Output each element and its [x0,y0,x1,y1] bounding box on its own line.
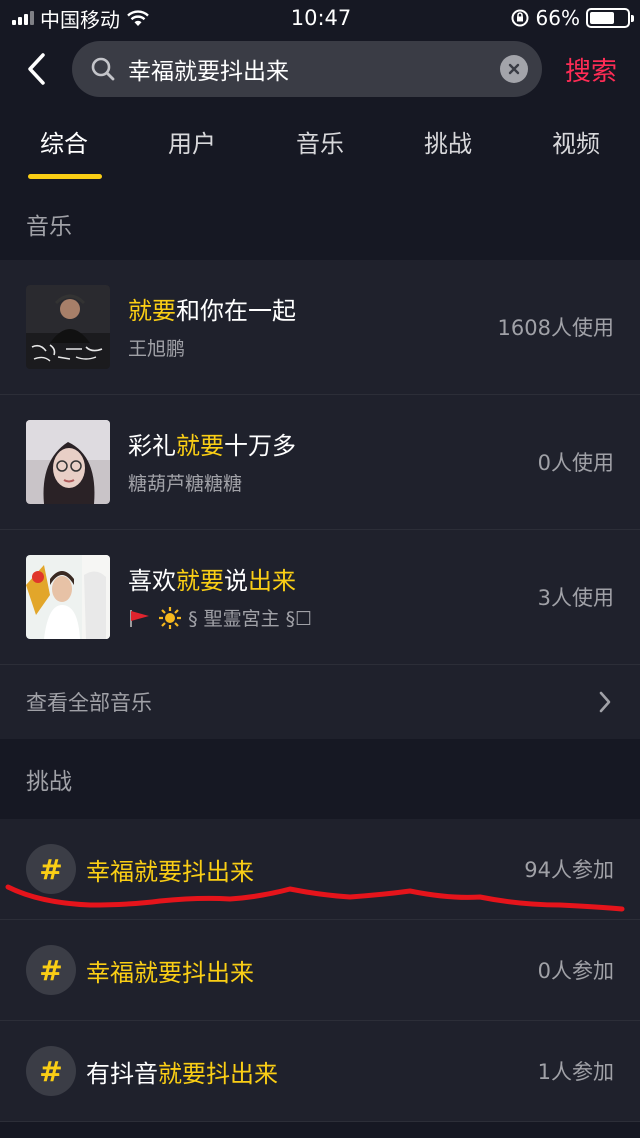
battery-percent: 66% [535,6,580,30]
carrier-label: 中国移动 [40,7,120,32]
music-title: 彩礼就要十万多 [128,431,296,460]
wifi-icon [127,10,149,26]
tab-music[interactable]: 音乐 [280,110,360,186]
music-title: 就要和你在一起 [128,296,296,325]
search-input[interactable]: 幸福就要抖出来 [72,41,542,97]
music-item[interactable]: 喜欢就要说出来 § 聖霊宮主 §☐ 3人使用 [0,530,640,665]
clear-icon [508,63,520,75]
clear-button[interactable] [500,55,528,83]
music-artist: § 聖霊宮主 §☐ [128,604,538,631]
challenge-participant-count: 94人参加 [524,858,614,882]
music-cover-image [26,420,110,504]
back-chevron-icon [28,53,45,85]
music-item[interactable]: 彩礼就要十万多 糖葫芦糖糖糖 0人使用 [0,395,640,530]
tab-all[interactable]: 综合 [24,110,104,186]
tab-challenges[interactable]: 挑战 [408,110,488,186]
challenge-item[interactable]: # 幸福就要抖出来 0人参加 [0,920,640,1021]
search-query[interactable]: 幸福就要抖出来 [128,52,488,86]
sun-icon [159,606,182,629]
music-item[interactable]: 就要和你在一起 王旭鹏 1608人使用 [0,260,640,395]
challenge-title: 有抖音就要抖出来 [86,1059,278,1088]
challenge-section-title: 挑战 [0,741,640,817]
challenge-item[interactable]: # 幸福就要抖出来 94人参加 [0,819,640,920]
status-bar: 中国移动 10:47 66% [0,0,640,36]
music-title: 喜欢就要说出来 [128,566,296,595]
music-cover-image [26,555,110,639]
view-all-music-button[interactable]: 查看全部音乐 [0,665,640,739]
music-usage-count: 3人使用 [537,586,614,610]
music-artist: 糖葫芦糖糖糖 [128,472,243,495]
search-button[interactable]: 搜索 [542,51,640,88]
music-section-title: 音乐 [0,186,640,262]
battery-icon [586,8,634,28]
challenge-participant-count: 1人参加 [537,1060,614,1084]
challenge-participant-count: 0人参加 [537,959,614,983]
music-usage-count: 1608人使用 [497,316,614,340]
challenge-title: 幸福就要抖出来 [86,857,254,886]
tab-bar: 综合 用户 音乐 挑战 视频 [0,110,640,186]
hashtag-icon: # [26,844,76,894]
music-cover-image [26,285,110,369]
music-list: 就要和你在一起 王旭鹏 1608人使用 彩礼就要十万多 糖葫芦糖糖糖 0人使用 [0,260,640,665]
back-button[interactable] [0,40,72,98]
music-usage-count: 0人使用 [537,451,614,475]
tab-users[interactable]: 用户 [152,110,232,186]
clock: 10:47 [290,6,352,30]
tab-videos[interactable]: 视频 [536,110,616,186]
rotation-lock-icon [511,9,529,27]
view-all-music-label: 查看全部音乐 [26,691,152,715]
hashtag-icon: # [26,945,76,995]
search-bar-row: 幸福就要抖出来 搜索 [0,40,640,98]
hashtag-icon: # [26,1046,76,1096]
challenge-title: 幸福就要抖出来 [86,958,254,987]
chevron-right-icon [599,691,611,713]
search-icon [91,57,115,81]
red-flag-icon [130,609,149,627]
signal-icon [12,11,34,25]
music-artist: 王旭鹏 [128,337,186,360]
challenge-list: # 幸福就要抖出来 94人参加 # 幸福就要抖出来 0人参加 # 有抖音就要抖出… [0,819,640,1122]
challenge-item[interactable]: # 有抖音就要抖出来 1人参加 [0,1021,640,1122]
